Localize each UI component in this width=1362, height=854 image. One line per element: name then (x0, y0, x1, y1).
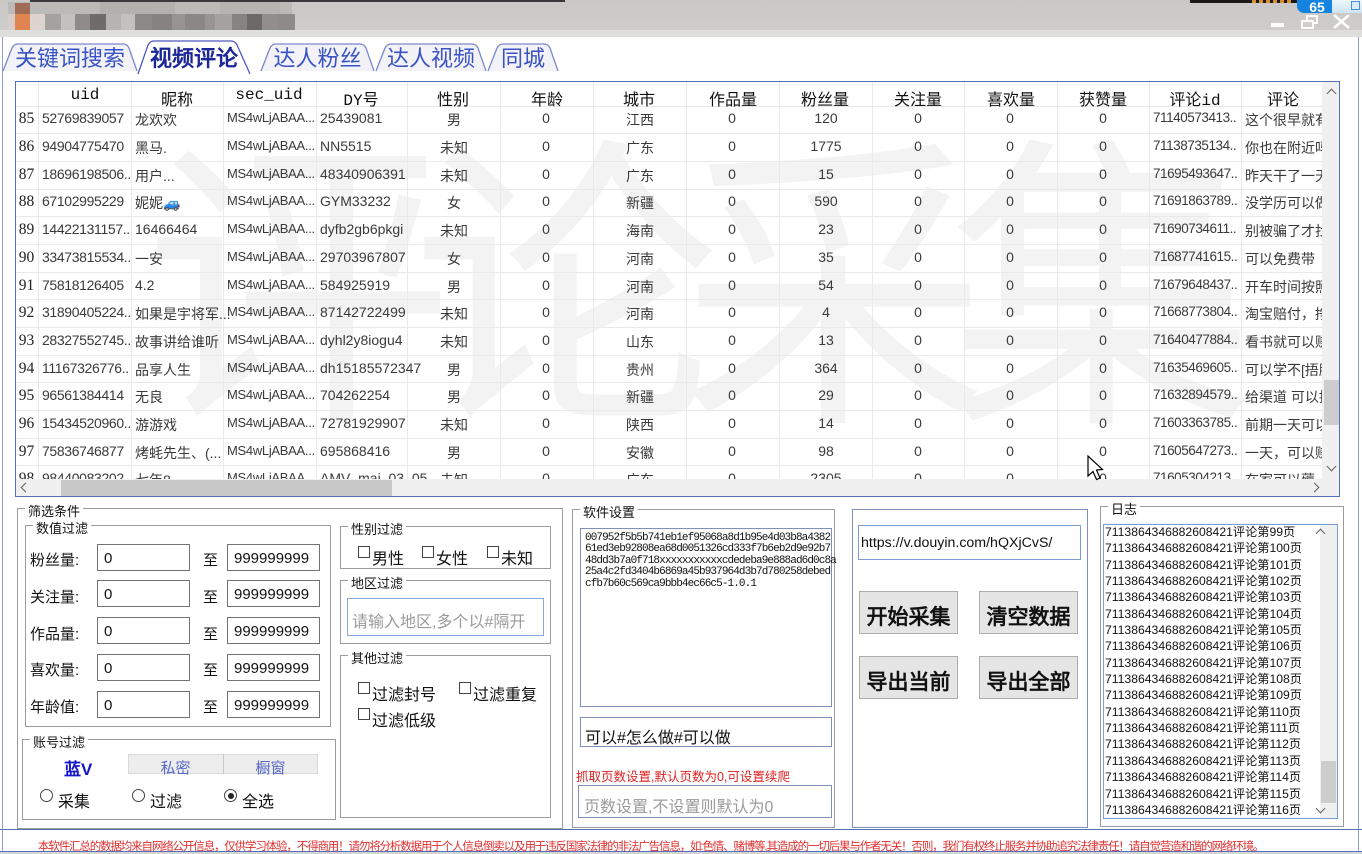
svg-text:同城: 同城 (501, 46, 545, 71)
svg-text:关键词搜索: 关键词搜索 (15, 46, 125, 71)
svg-text:视频评论: 视频评论 (150, 46, 239, 71)
svg-text:达人视频: 达人视频 (387, 46, 475, 71)
svg-text:达人粉丝: 达人粉丝 (273, 46, 361, 71)
